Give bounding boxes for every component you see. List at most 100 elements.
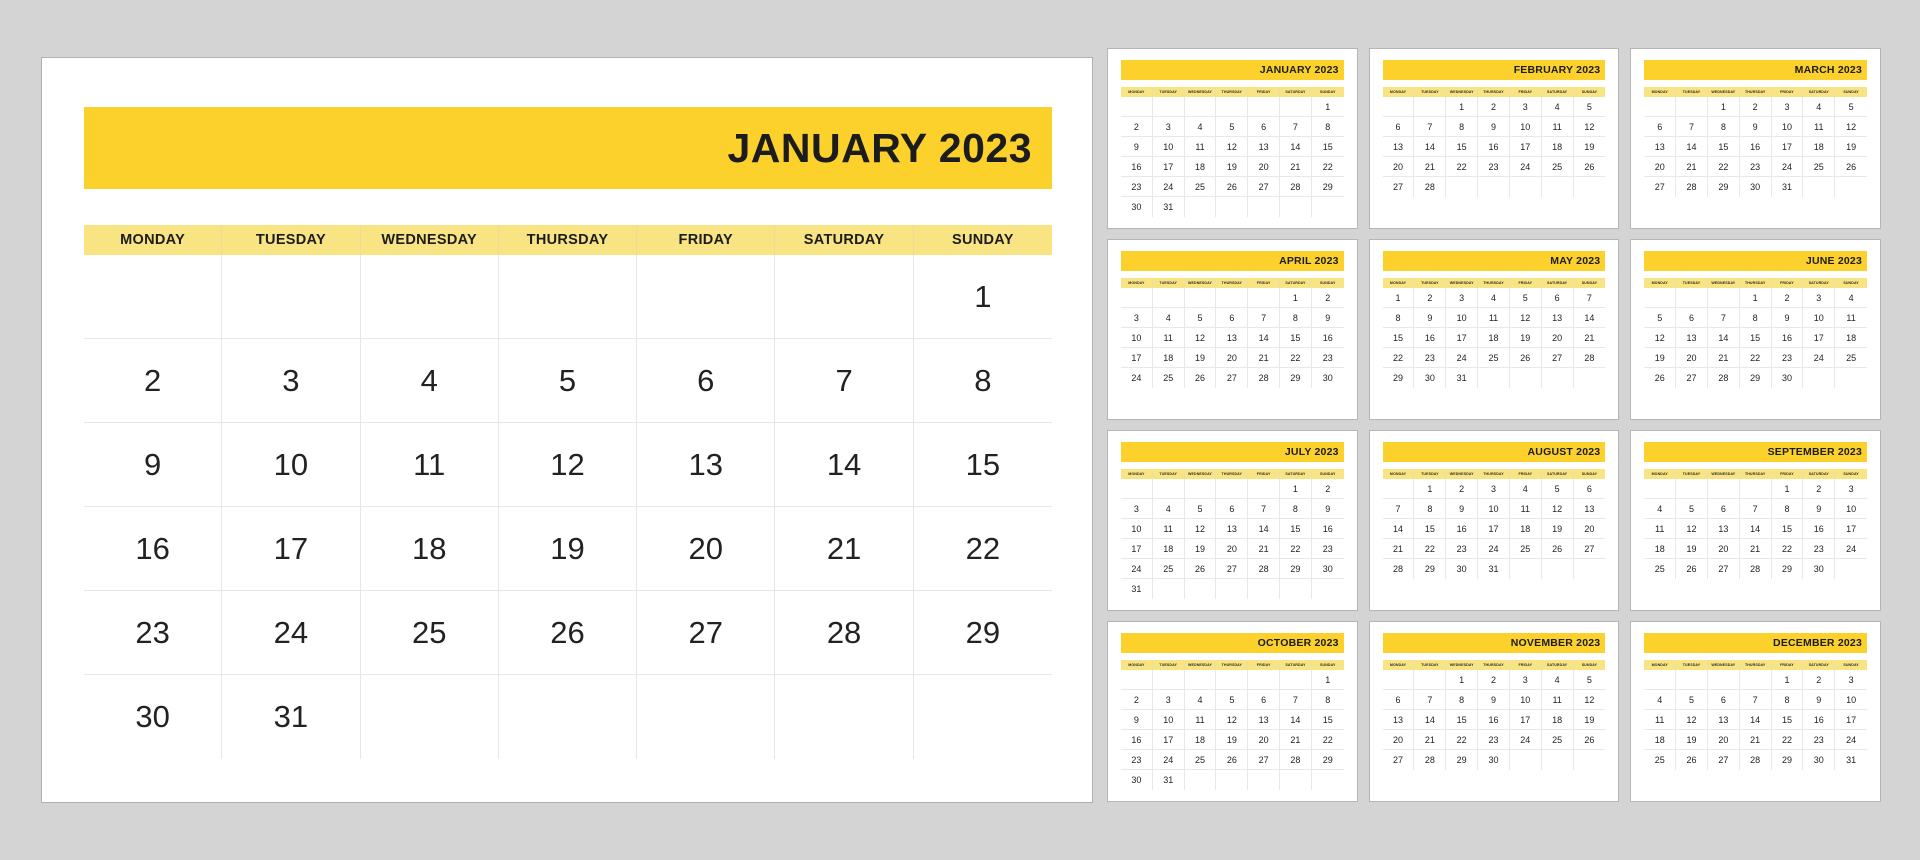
mini-day-cell[interactable]: 27 xyxy=(1248,750,1281,770)
mini-day-cell[interactable]: 6 xyxy=(1216,499,1249,519)
mini-day-cell[interactable]: 16 xyxy=(1446,519,1479,539)
mini-day-cell[interactable]: 25 xyxy=(1478,348,1510,368)
mini-day-cell[interactable]: 2 xyxy=(1803,479,1836,499)
mini-day-cell[interactable]: 14 xyxy=(1248,519,1281,539)
mini-day-cell[interactable]: 3 xyxy=(1478,479,1510,499)
mini-day-cell[interactable]: 15 xyxy=(1414,519,1447,539)
main-day-cell[interactable]: 31 xyxy=(222,675,361,759)
mini-day-cell[interactable]: 7 xyxy=(1280,117,1312,137)
mini-day-cell[interactable]: 11 xyxy=(1184,137,1217,157)
mini-day-cell[interactable]: 29 xyxy=(1446,750,1479,770)
mini-day-cell[interactable]: 28 xyxy=(1676,177,1708,197)
mini-day-cell[interactable]: 20 xyxy=(1382,157,1415,177)
mini-day-cell[interactable]: 2 xyxy=(1121,117,1153,137)
mini-day-cell[interactable]: 18 xyxy=(1152,539,1185,559)
mini-day-cell[interactable]: 8 xyxy=(1446,690,1479,710)
mini-day-cell[interactable]: 24 xyxy=(1835,539,1867,559)
mini-day-cell[interactable]: 24 xyxy=(1121,559,1153,579)
mini-day-cell[interactable]: 8 xyxy=(1771,690,1804,710)
mini-day-cell[interactable]: 11 xyxy=(1509,499,1542,519)
mini-day-cell[interactable]: 3 xyxy=(1152,690,1185,710)
mini-day-cell[interactable]: 10 xyxy=(1152,710,1185,730)
mini-day-cell[interactable]: 1 xyxy=(1446,670,1479,690)
mini-day-cell[interactable]: 26 xyxy=(1573,157,1606,177)
mini-day-cell[interactable]: 23 xyxy=(1478,157,1510,177)
mini-day-cell[interactable]: 24 xyxy=(1509,730,1542,750)
mini-day-cell[interactable]: 9 xyxy=(1121,137,1153,157)
main-day-cell[interactable]: 22 xyxy=(913,507,1052,591)
mini-day-cell[interactable]: 29 xyxy=(1311,177,1344,197)
mini-day-cell[interactable]: 14 xyxy=(1707,328,1740,348)
mini-day-cell[interactable]: 24 xyxy=(1803,348,1836,368)
mini-day-cell[interactable]: 6 xyxy=(1541,288,1574,308)
mini-day-cell[interactable]: 5 xyxy=(1573,670,1606,690)
mini-day-cell[interactable]: 9 xyxy=(1311,499,1344,519)
mini-day-cell[interactable]: 10 xyxy=(1121,328,1153,348)
mini-day-cell[interactable]: 22 xyxy=(1771,730,1804,750)
mini-day-cell[interactable]: 2 xyxy=(1414,288,1447,308)
mini-day-cell[interactable]: 30 xyxy=(1311,559,1344,579)
mini-day-cell[interactable]: 19 xyxy=(1644,348,1677,368)
mini-day-cell[interactable]: 30 xyxy=(1446,559,1479,579)
mini-calendar-may[interactable]: MAY 2023 MONDAY TUESDAY WEDNESDAY THURSDAY FR… xyxy=(1368,239,1620,420)
mini-day-cell[interactable]: 6 xyxy=(1676,308,1708,328)
mini-day-cell[interactable]: 20 xyxy=(1707,539,1740,559)
mini-day-cell[interactable]: 25 xyxy=(1541,157,1574,177)
mini-day-cell[interactable]: 6 xyxy=(1248,117,1281,137)
mini-day-cell[interactable]: 29 xyxy=(1382,368,1415,388)
mini-day-cell[interactable]: 16 xyxy=(1414,328,1447,348)
mini-calendar-september[interactable]: SEPTEMBER 2023 MONDAY TUESDAY WEDNESDAY THUR… xyxy=(1630,430,1881,611)
mini-day-cell[interactable]: 13 xyxy=(1382,710,1415,730)
main-day-cell[interactable]: 17 xyxy=(222,507,361,591)
mini-day-cell[interactable]: 9 xyxy=(1771,308,1804,328)
mini-day-cell[interactable]: 30 xyxy=(1478,750,1510,770)
mini-day-cell[interactable]: 31 xyxy=(1152,770,1185,790)
mini-day-cell[interactable]: 13 xyxy=(1248,137,1281,157)
mini-day-cell[interactable]: 25 xyxy=(1152,368,1185,388)
mini-day-cell[interactable]: 2 xyxy=(1739,97,1772,117)
mini-day-cell[interactable]: 1 xyxy=(1280,479,1312,499)
mini-day-cell[interactable]: 23 xyxy=(1771,348,1804,368)
mini-day-cell[interactable]: 24 xyxy=(1152,750,1185,770)
mini-day-cell[interactable]: 15 xyxy=(1707,137,1740,157)
mini-calendar-december[interactable]: DECEMBER 2023 MONDAY TUESDAY WEDNESDAY THURS… xyxy=(1630,621,1881,802)
main-day-cell[interactable]: 16 xyxy=(84,507,223,591)
mini-calendar-october[interactable]: OCTOBER 2023 MONDAY TUESDAY WEDNESDAY THURSD… xyxy=(1107,621,1358,802)
mini-day-cell[interactable]: 1 xyxy=(1707,97,1740,117)
mini-day-cell[interactable]: 27 xyxy=(1216,559,1249,579)
mini-day-cell[interactable]: 26 xyxy=(1216,750,1249,770)
mini-day-cell[interactable]: 30 xyxy=(1311,368,1344,388)
main-day-cell[interactable]: 18 xyxy=(360,507,499,591)
mini-day-cell[interactable]: 27 xyxy=(1707,750,1740,770)
mini-day-cell[interactable]: 1 xyxy=(1311,97,1344,117)
mini-day-cell[interactable]: 8 xyxy=(1280,499,1312,519)
mini-day-cell[interactable]: 19 xyxy=(1184,348,1217,368)
mini-day-cell[interactable]: 7 xyxy=(1248,308,1281,328)
mini-day-cell[interactable]: 10 xyxy=(1152,137,1185,157)
mini-day-cell[interactable]: 8 xyxy=(1311,690,1344,710)
mini-day-cell[interactable]: 14 xyxy=(1382,519,1415,539)
mini-day-cell[interactable]: 24 xyxy=(1121,368,1153,388)
mini-day-cell[interactable]: 9 xyxy=(1739,117,1772,137)
mini-day-cell[interactable]: 11 xyxy=(1478,308,1510,328)
mini-day-cell[interactable]: 18 xyxy=(1541,137,1574,157)
mini-day-cell[interactable]: 30 xyxy=(1414,368,1447,388)
mini-day-cell[interactable]: 1 xyxy=(1771,479,1804,499)
mini-day-cell[interactable]: 15 xyxy=(1382,328,1415,348)
mini-day-cell[interactable]: 16 xyxy=(1121,157,1153,177)
mini-day-cell[interactable]: 21 xyxy=(1248,539,1281,559)
mini-day-cell[interactable]: 12 xyxy=(1216,137,1249,157)
mini-day-cell[interactable]: 22 xyxy=(1771,539,1804,559)
mini-day-cell[interactable]: 21 xyxy=(1707,348,1740,368)
mini-day-cell[interactable]: 12 xyxy=(1835,117,1867,137)
mini-day-cell[interactable]: 7 xyxy=(1382,499,1415,519)
mini-day-cell[interactable]: 12 xyxy=(1644,328,1677,348)
mini-day-cell[interactable]: 1 xyxy=(1739,288,1772,308)
mini-day-cell[interactable]: 7 xyxy=(1414,690,1447,710)
mini-day-cell[interactable]: 1 xyxy=(1771,670,1804,690)
mini-day-cell[interactable]: 10 xyxy=(1509,117,1542,137)
mini-day-cell[interactable]: 19 xyxy=(1573,710,1606,730)
mini-day-cell[interactable]: 18 xyxy=(1644,730,1677,750)
mini-day-cell[interactable]: 19 xyxy=(1216,157,1249,177)
mini-day-cell[interactable]: 4 xyxy=(1644,690,1677,710)
